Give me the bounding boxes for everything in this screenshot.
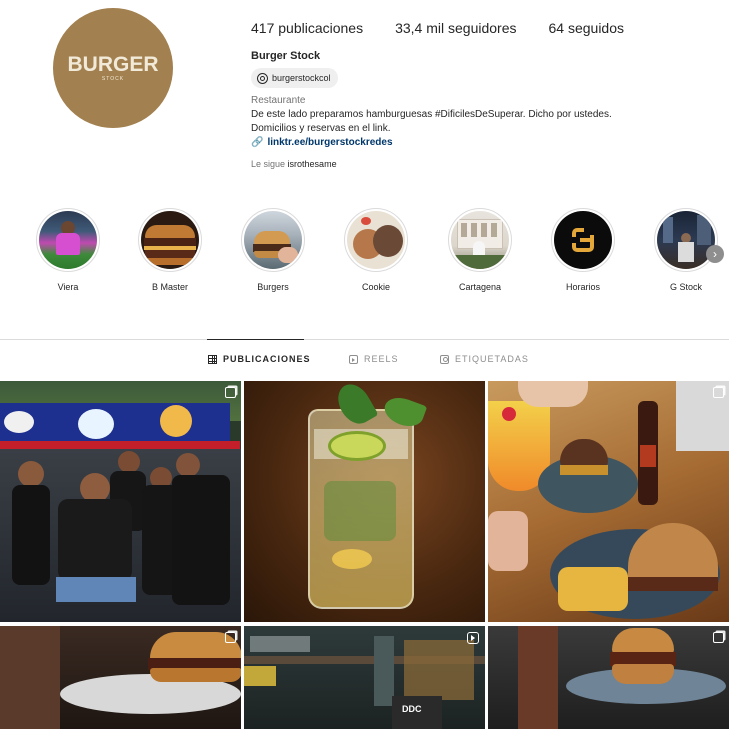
tab-etiquetadas[interactable]: ETIQUETADAS bbox=[440, 354, 529, 364]
carousel-icon bbox=[713, 387, 724, 398]
avatar-logo-sub: STOCK bbox=[101, 76, 125, 82]
post-burger-served[interactable] bbox=[488, 626, 729, 729]
avatar-logo: BURGER bbox=[67, 53, 159, 76]
cookie-photo bbox=[347, 211, 405, 269]
threads-handle: burgerstockcol bbox=[272, 73, 331, 83]
profile-avatar[interactable]: BURGER STOCK bbox=[53, 8, 173, 128]
post-mojito-drink[interactable] bbox=[244, 381, 485, 622]
profile-name: Burger Stock bbox=[251, 50, 321, 62]
tab-label: REELS bbox=[364, 354, 399, 364]
story-highlights: Viera B Master Burgers Cookie Cartagena … bbox=[0, 208, 729, 298]
tagged-icon bbox=[440, 354, 449, 364]
highlight-label: Burgers bbox=[257, 282, 289, 292]
tab-reels[interactable]: REELS bbox=[349, 354, 399, 364]
highlight-ring bbox=[36, 208, 100, 272]
highlight-ring bbox=[448, 208, 512, 272]
carousel-icon bbox=[225, 387, 236, 398]
threads-icon bbox=[257, 72, 268, 84]
bar-sign: DDC bbox=[402, 704, 422, 714]
link-text: linktr.ee/burgerstockredes bbox=[267, 137, 393, 148]
followers-count[interactable]: 33,4 mil seguidores bbox=[395, 20, 516, 36]
profile-bio: De este lado preparamos hamburguesas #Di… bbox=[251, 108, 671, 136]
avatar: BURGER STOCK bbox=[53, 8, 173, 128]
highlight-burgers[interactable]: Burgers bbox=[233, 208, 313, 292]
threads-link[interactable]: burgerstockcol bbox=[251, 68, 338, 88]
highlight-b-master[interactable]: B Master bbox=[130, 208, 210, 292]
carousel-icon bbox=[225, 632, 236, 643]
bio-line-1: De este lado preparamos hamburguesas #Di… bbox=[251, 109, 612, 120]
link-icon: 🔗 bbox=[251, 137, 264, 148]
highlight-cookie[interactable]: Cookie bbox=[336, 208, 416, 292]
profile-category: Restaurante bbox=[251, 95, 306, 106]
tab-label: PUBLICACIONES bbox=[223, 354, 311, 364]
highlight-ring bbox=[241, 208, 305, 272]
night-photo bbox=[657, 211, 715, 269]
highlights-next-button[interactable]: › bbox=[706, 245, 724, 263]
reels-icon bbox=[349, 354, 358, 364]
post-team-photo[interactable] bbox=[0, 381, 241, 622]
highlight-horarios[interactable]: Horarios bbox=[543, 208, 623, 292]
burger-hand-photo bbox=[244, 211, 302, 269]
profile-stats: 417 publicaciones 33,4 mil seguidores 64… bbox=[251, 20, 656, 36]
highlight-cartagena[interactable]: Cartagena bbox=[440, 208, 520, 292]
soccer-player-photo bbox=[39, 211, 97, 269]
carousel-icon bbox=[713, 632, 724, 643]
building-photo bbox=[451, 211, 509, 269]
followed-by[interactable]: Le sigue isrothesame bbox=[251, 159, 337, 169]
followed-by-prefix: Le sigue bbox=[251, 159, 286, 169]
tab-publicaciones[interactable]: PUBLICACIONES bbox=[208, 354, 311, 364]
following-count[interactable]: 64 seguidos bbox=[549, 20, 625, 36]
tab-label: ETIQUETADAS bbox=[455, 354, 529, 364]
tabs-divider bbox=[0, 339, 729, 340]
highlight-label: B Master bbox=[151, 282, 188, 292]
highlight-viera[interactable]: Viera bbox=[28, 208, 108, 292]
highlight-ring bbox=[138, 208, 202, 272]
post-bar-interior[interactable]: DDC bbox=[244, 626, 485, 729]
active-tab-indicator bbox=[207, 339, 304, 340]
profile-link[interactable]: 🔗 linktr.ee/burgerstockredes bbox=[251, 137, 393, 148]
post-burger-on-plate[interactable] bbox=[0, 626, 241, 729]
followed-by-user: isrothesame bbox=[287, 159, 337, 169]
highlight-label: Cookie bbox=[361, 282, 390, 292]
highlight-label: G Stock bbox=[669, 282, 702, 292]
posts-count: 417 publicaciones bbox=[251, 20, 364, 36]
burger-photo bbox=[141, 211, 199, 269]
highlight-label: Horarios bbox=[565, 282, 600, 292]
grid-icon bbox=[208, 354, 217, 364]
reel-icon bbox=[467, 632, 479, 644]
highlight-ring bbox=[551, 208, 615, 272]
post-burger-and-cocktail[interactable] bbox=[488, 381, 729, 622]
highlight-label: Cartagena bbox=[458, 282, 502, 292]
highlight-ring bbox=[344, 208, 408, 272]
g-logo-icon bbox=[554, 211, 612, 269]
bio-line-2: Domicilios y reservas en el link. bbox=[251, 123, 391, 134]
highlight-label: Viera bbox=[57, 282, 79, 292]
highlight-ring bbox=[654, 208, 718, 272]
